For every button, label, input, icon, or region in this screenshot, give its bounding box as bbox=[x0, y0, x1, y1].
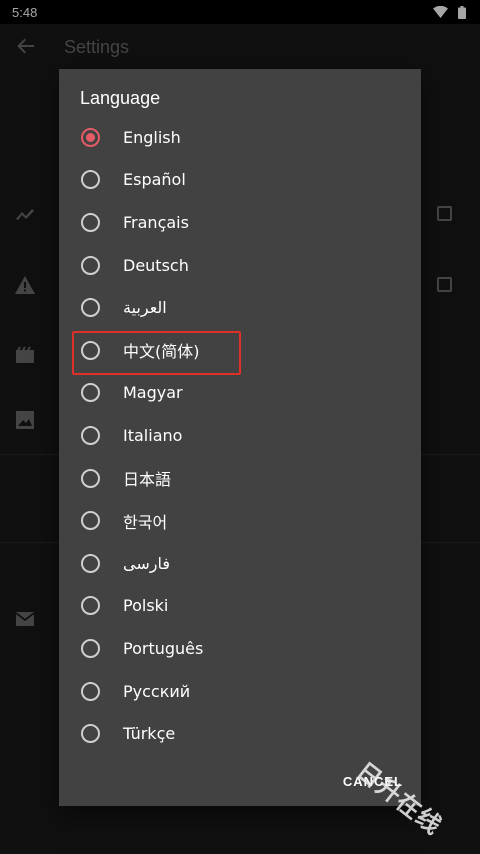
language-option[interactable]: العربية bbox=[59, 286, 421, 329]
language-option[interactable]: 中文(简体) bbox=[59, 329, 421, 372]
language-option[interactable]: Português bbox=[59, 627, 421, 670]
radio-button[interactable] bbox=[81, 383, 100, 403]
language-option-label: فارسی bbox=[123, 553, 170, 573]
language-option-label: Deutsch bbox=[123, 255, 189, 275]
language-option[interactable]: فارسی bbox=[59, 542, 421, 585]
radio-button[interactable] bbox=[81, 425, 100, 445]
radio-button[interactable] bbox=[81, 511, 100, 531]
radio-button[interactable] bbox=[81, 298, 100, 318]
language-option-label: Italiano bbox=[123, 425, 183, 445]
radio-button[interactable] bbox=[81, 212, 100, 232]
radio-button[interactable] bbox=[81, 127, 100, 147]
radio-button[interactable] bbox=[81, 724, 100, 744]
screen: 5:48 Settings Language English Español F… bbox=[0, 0, 480, 854]
language-option-label: 中文(简体) bbox=[123, 342, 200, 362]
language-option-label: Türkçe bbox=[123, 724, 176, 744]
language-list: English Español Français Deutsch العربية 中文(简… bbox=[59, 116, 421, 755]
language-dialog: Language English Español Français Deutsch ال… bbox=[59, 69, 421, 806]
language-option[interactable]: English bbox=[59, 116, 421, 159]
language-option[interactable]: Polski bbox=[59, 585, 421, 628]
radio-button[interactable] bbox=[81, 468, 100, 488]
language-option-label: Español bbox=[123, 170, 186, 190]
language-option[interactable]: Français bbox=[59, 201, 421, 244]
language-option-label: 日本語 bbox=[123, 470, 172, 490]
language-option-label: 한국어 bbox=[123, 512, 168, 532]
language-option[interactable]: Deutsch bbox=[59, 244, 421, 287]
language-option-label: Русский bbox=[123, 681, 191, 701]
radio-button[interactable] bbox=[81, 255, 100, 275]
language-option[interactable]: Magyar bbox=[59, 372, 421, 415]
language-option-label: العربية bbox=[123, 298, 167, 318]
radio-button[interactable] bbox=[81, 340, 100, 360]
language-option-label: Português bbox=[123, 638, 204, 658]
language-option-label: Français bbox=[123, 212, 189, 232]
radio-button[interactable] bbox=[81, 638, 100, 658]
radio-button[interactable] bbox=[81, 596, 100, 616]
radio-button[interactable] bbox=[81, 681, 100, 701]
language-option[interactable]: Español bbox=[59, 159, 421, 202]
language-option[interactable]: 한국어 bbox=[59, 499, 421, 542]
radio-button[interactable] bbox=[81, 170, 100, 190]
dialog-title: Language bbox=[80, 88, 161, 108]
language-option[interactable]: 日本語 bbox=[59, 457, 421, 500]
language-option[interactable]: Русский bbox=[59, 670, 421, 713]
radio-button[interactable] bbox=[81, 553, 100, 573]
language-option[interactable]: Türkçe bbox=[59, 712, 421, 755]
language-option-label: English bbox=[123, 127, 181, 147]
language-option-label: Magyar bbox=[123, 383, 183, 403]
language-option-label: Polski bbox=[123, 596, 169, 616]
language-option[interactable]: Italiano bbox=[59, 414, 421, 457]
